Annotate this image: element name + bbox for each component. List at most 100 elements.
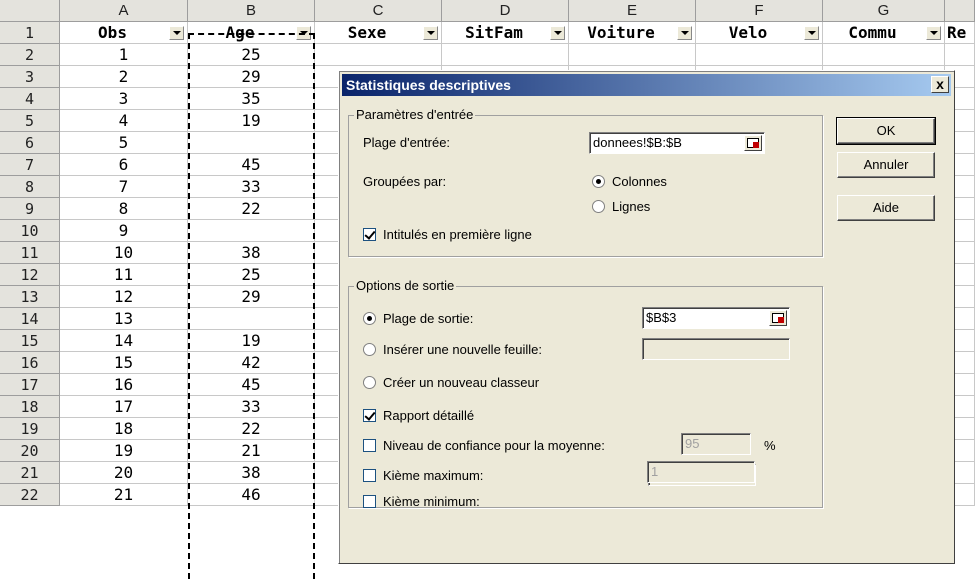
row-number[interactable]: 19 <box>0 418 60 440</box>
cell[interactable] <box>945 44 975 66</box>
cell[interactable] <box>188 308 315 330</box>
row-number[interactable]: 6 <box>0 132 60 154</box>
cell[interactable]: 22 <box>188 198 315 220</box>
cell[interactable]: 22 <box>188 418 315 440</box>
cell[interactable]: 46 <box>188 484 315 506</box>
cell[interactable]: 45 <box>188 374 315 396</box>
column-title-c[interactable]: Sexe <box>315 22 442 44</box>
cell[interactable]: 7 <box>60 176 188 198</box>
new-sheet-field[interactable] <box>642 338 790 360</box>
range-picker-icon[interactable] <box>744 135 762 151</box>
cell[interactable]: 45 <box>188 154 315 176</box>
new-sheet-radio[interactable] <box>363 343 376 356</box>
cell[interactable]: 17 <box>60 396 188 418</box>
cell[interactable]: 3 <box>60 88 188 110</box>
cell[interactable]: 19 <box>188 330 315 352</box>
help-button[interactable]: Aide <box>837 195 935 221</box>
row-number[interactable]: 14 <box>0 308 60 330</box>
column-title-g[interactable]: Commu <box>823 22 945 44</box>
kth-smallest-field[interactable]: 1 <box>647 461 755 483</box>
column-title-f[interactable]: Velo <box>696 22 823 44</box>
column-header-e[interactable]: E <box>569 0 696 22</box>
kth-smallest-label[interactable]: Kième minimum: <box>383 494 480 509</box>
cell[interactable]: 33 <box>188 176 315 198</box>
new-sheet-label[interactable]: Insérer une nouvelle feuille: <box>383 342 542 357</box>
row-number[interactable]: 11 <box>0 242 60 264</box>
input-range-field[interactable]: donnees!$B:$B <box>589 132 765 154</box>
cell[interactable]: 19 <box>60 440 188 462</box>
cell[interactable]: 35 <box>188 88 315 110</box>
row-number[interactable]: 3 <box>0 66 60 88</box>
column-header-c[interactable]: C <box>315 0 442 22</box>
filter-dropdown-icon[interactable] <box>804 26 819 40</box>
summary-label[interactable]: Rapport détaillé <box>383 408 474 423</box>
column-title-a[interactable]: Obs <box>60 22 188 44</box>
row-number[interactable]: 21 <box>0 462 60 484</box>
column-title-d[interactable]: SitFam <box>442 22 569 44</box>
row-number[interactable]: 7 <box>0 154 60 176</box>
filter-dropdown-icon[interactable] <box>169 26 184 40</box>
row-number[interactable]: 20 <box>0 440 60 462</box>
confidence-field[interactable]: 95 <box>681 433 751 455</box>
select-all-corner[interactable] <box>0 0 60 22</box>
cell[interactable] <box>188 220 315 242</box>
row-number[interactable]: 1 <box>0 22 60 44</box>
cell[interactable]: 13 <box>60 308 188 330</box>
cell[interactable]: 1 <box>60 44 188 66</box>
row-number[interactable]: 17 <box>0 374 60 396</box>
grouped-rows-label[interactable]: Lignes <box>612 199 650 214</box>
labels-first-row-checkbox[interactable] <box>363 228 376 241</box>
new-workbook-label[interactable]: Créer un nouveau classeur <box>383 375 539 390</box>
row-number[interactable]: 13 <box>0 286 60 308</box>
filter-dropdown-icon[interactable] <box>550 26 565 40</box>
cancel-button[interactable]: Annuler <box>837 152 935 178</box>
row-number[interactable]: 10 <box>0 220 60 242</box>
cell[interactable]: 8 <box>60 198 188 220</box>
column-title-b[interactable]: Age <box>188 22 315 44</box>
row-number[interactable]: 18 <box>0 396 60 418</box>
cell[interactable]: 16 <box>60 374 188 396</box>
output-picker-icon[interactable] <box>769 310 787 326</box>
cell[interactable] <box>823 44 945 66</box>
row-number[interactable]: 15 <box>0 330 60 352</box>
cell[interactable]: 18 <box>60 418 188 440</box>
cell[interactable] <box>315 44 442 66</box>
cell[interactable]: 19 <box>188 110 315 132</box>
dialog-titlebar[interactable]: Statistiques descriptives x <box>342 74 951 96</box>
column-header-d[interactable]: D <box>442 0 569 22</box>
cell[interactable] <box>569 44 696 66</box>
filter-dropdown-icon[interactable] <box>677 26 692 40</box>
cell[interactable]: 14 <box>60 330 188 352</box>
row-number[interactable]: 12 <box>0 264 60 286</box>
row-number[interactable]: 5 <box>0 110 60 132</box>
cell[interactable]: 42 <box>188 352 315 374</box>
filter-dropdown-icon[interactable] <box>296 26 311 40</box>
cell[interactable]: 5 <box>60 132 188 154</box>
grouped-columns-label[interactable]: Colonnes <box>612 174 667 189</box>
column-title-e[interactable]: Voiture <box>569 22 696 44</box>
row-number[interactable]: 2 <box>0 44 60 66</box>
cell[interactable]: 10 <box>60 242 188 264</box>
ok-button[interactable]: OK <box>836 117 936 145</box>
row-number[interactable]: 9 <box>0 198 60 220</box>
grouped-rows-radio[interactable] <box>592 200 605 213</box>
column-header-f[interactable]: F <box>696 0 823 22</box>
cell[interactable]: 21 <box>60 484 188 506</box>
column-header-g[interactable]: G <box>823 0 945 22</box>
row-number[interactable]: 8 <box>0 176 60 198</box>
cell[interactable]: 25 <box>188 44 315 66</box>
close-button[interactable]: x <box>931 76 949 93</box>
column-title-h[interactable]: Re <box>945 22 975 44</box>
summary-checkbox[interactable] <box>363 409 376 422</box>
cell[interactable]: 6 <box>60 154 188 176</box>
cell[interactable]: 9 <box>60 220 188 242</box>
column-header-a[interactable]: A <box>60 0 188 22</box>
grouped-columns-radio[interactable] <box>592 175 605 188</box>
cell[interactable] <box>696 44 823 66</box>
cell[interactable]: 20 <box>60 462 188 484</box>
column-header-b[interactable]: B <box>188 0 315 22</box>
cell[interactable]: 2 <box>60 66 188 88</box>
cell[interactable]: 12 <box>60 286 188 308</box>
cell[interactable]: 11 <box>60 264 188 286</box>
cell[interactable]: 38 <box>188 462 315 484</box>
